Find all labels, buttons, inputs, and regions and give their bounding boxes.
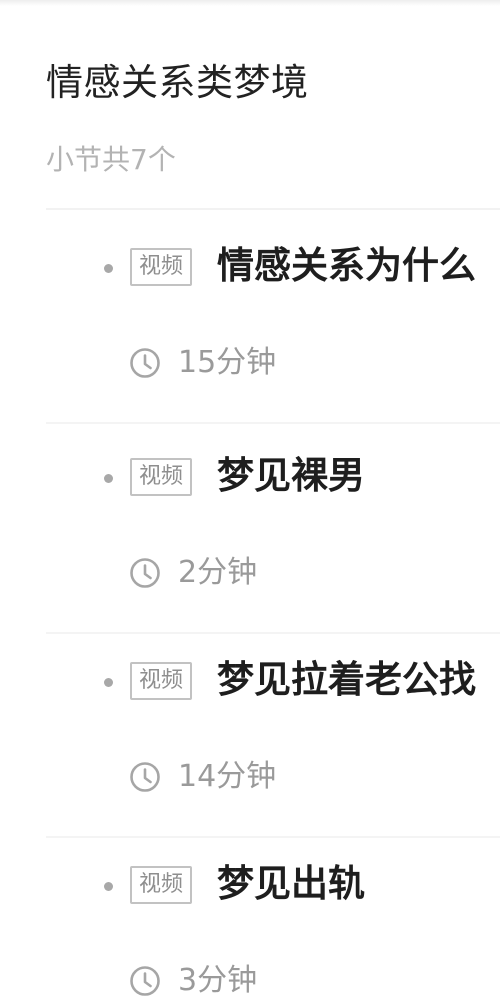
- bullet-dot-icon: [104, 474, 113, 483]
- section-title: 情感关系类梦境: [46, 61, 309, 104]
- video-tag: 视频: [130, 458, 193, 496]
- lesson-title[interactable]: 梦见拉着老公找: [217, 654, 500, 706]
- lesson-title[interactable]: 梦见出轨: [217, 858, 500, 910]
- section-lesson-count: 小节共7个: [46, 143, 176, 176]
- video-tag: 视频: [130, 866, 193, 904]
- clock-icon: [130, 348, 160, 378]
- lesson-duration: 15分钟: [178, 345, 277, 380]
- lesson-item[interactable]: 视频 梦见出轨 3分钟: [0, 842, 500, 1000]
- lesson-duration: 2分钟: [178, 555, 258, 590]
- lesson-item[interactable]: 视频 梦见拉着老公找 14分钟: [0, 638, 500, 838]
- course-section-page: 情感关系类梦境 小节共7个 视频 情感关系为什么 15分钟 视频 梦见裸男 2分…: [0, 0, 500, 1000]
- lesson-divider: [46, 422, 500, 424]
- video-tag: 视频: [130, 662, 193, 700]
- bullet-dot-icon: [104, 264, 113, 273]
- lesson-divider: [46, 836, 500, 838]
- lesson-title[interactable]: 情感关系为什么: [217, 240, 500, 292]
- clock-icon: [130, 966, 160, 996]
- bullet-dot-icon: [104, 678, 113, 687]
- clock-icon: [130, 558, 160, 588]
- bullet-dot-icon: [104, 882, 113, 891]
- lesson-item[interactable]: 视频 情感关系为什么 15分钟: [0, 224, 500, 424]
- lesson-divider: [46, 632, 500, 634]
- clock-icon: [130, 762, 160, 792]
- lesson-item[interactable]: 视频 梦见裸男 2分钟: [0, 434, 500, 634]
- lesson-duration: 3分钟: [178, 963, 258, 998]
- top-divider: [0, 0, 500, 6]
- lesson-title[interactable]: 梦见裸男: [217, 450, 500, 502]
- section-divider: [46, 208, 500, 210]
- lesson-duration: 14分钟: [178, 759, 277, 794]
- video-tag: 视频: [130, 248, 193, 286]
